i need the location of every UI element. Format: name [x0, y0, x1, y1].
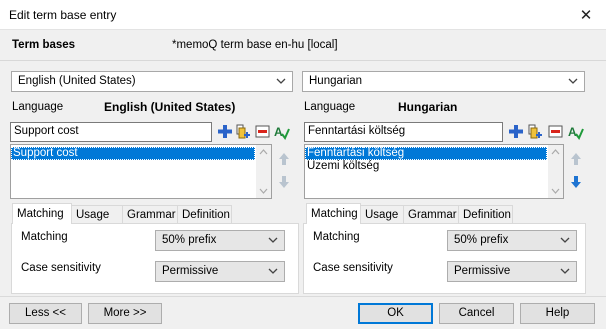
left-language-label: Language: [12, 101, 64, 113]
left-term-input[interactable]: Support cost: [10, 122, 212, 142]
tab-usage[interactable]: Usage: [71, 205, 123, 224]
list-item[interactable]: Support cost: [11, 147, 255, 160]
window-title: Edit term base entry: [9, 8, 117, 22]
right-case-select-value: Permissive: [454, 265, 511, 277]
chevron-down-icon: [276, 78, 286, 84]
right-matching-select-value: 50% prefix: [454, 234, 509, 246]
right-matching-label: Matching: [313, 231, 360, 243]
right-case-label: Case sensitivity: [313, 262, 393, 274]
scroll-up-icon[interactable]: [259, 149, 268, 155]
add-term-icon[interactable]: [216, 123, 233, 140]
title-bar: Edit term base entry ✕: [0, 0, 606, 30]
right-language-name: Hungarian: [398, 100, 458, 114]
scroll-down-icon[interactable]: [259, 188, 268, 194]
left-matching-panel: Matching 50% prefix Case sensitivity Per…: [11, 223, 299, 294]
less-button[interactable]: Less <<: [9, 303, 82, 324]
scroll-down-icon[interactable]: [551, 188, 560, 194]
right-language-label: Language: [304, 101, 356, 113]
left-term-input-value: Support cost: [14, 125, 79, 137]
move-up-icon[interactable]: [570, 152, 582, 166]
move-up-icon[interactable]: [278, 152, 290, 166]
bottom-separator: [0, 296, 606, 297]
move-down-icon[interactable]: [278, 175, 290, 189]
left-matching-label: Matching: [21, 231, 68, 243]
left-case-select[interactable]: Permissive: [155, 261, 285, 282]
spellcheck-icon[interactable]: A: [273, 123, 290, 140]
ok-button[interactable]: OK: [358, 303, 433, 324]
right-matching-panel: Matching 50% prefix Case sensitivity Per…: [303, 223, 586, 294]
right-language-select-value: Hungarian: [309, 75, 363, 87]
scroll-up-icon[interactable]: [551, 149, 560, 155]
tab-grammar[interactable]: Grammar: [122, 205, 178, 224]
right-language-select[interactable]: Hungarian: [302, 71, 585, 92]
termbase-row: Term bases *memoQ term base en-hu [local…: [0, 30, 606, 61]
remove-term-icon[interactable]: [547, 123, 564, 140]
left-matching-select[interactable]: 50% prefix: [155, 230, 285, 251]
move-down-icon[interactable]: [570, 175, 582, 189]
add-synonym-icon[interactable]: [235, 123, 252, 140]
svg-text:A: A: [274, 125, 283, 139]
spellcheck-icon[interactable]: A: [567, 123, 584, 140]
list-item[interactable]: Üzemi költség: [305, 160, 547, 173]
left-list-scrollbar[interactable]: [256, 145, 271, 198]
tab-definition[interactable]: Definition: [177, 205, 232, 224]
right-term-list[interactable]: Fenntartási költség Üzemi költség: [304, 144, 564, 199]
add-term-icon[interactable]: [507, 123, 524, 140]
right-term-input-value: Fenntartási költség: [308, 125, 406, 137]
chevron-down-icon: [268, 268, 278, 274]
left-term-list[interactable]: Support cost: [10, 144, 272, 199]
left-language-name: English (United States): [104, 100, 236, 114]
cancel-button[interactable]: Cancel: [439, 303, 514, 324]
left-tabs: Matching Usage Grammar Definition: [12, 203, 298, 224]
tab-matching[interactable]: Matching: [12, 203, 72, 224]
svg-text:A: A: [568, 125, 577, 139]
termbases-label: Term bases: [12, 39, 76, 51]
chevron-down-icon: [560, 237, 570, 243]
chevron-down-icon: [560, 268, 570, 274]
tab-matching[interactable]: Matching: [306, 203, 361, 224]
help-button[interactable]: Help: [520, 303, 595, 324]
right-tabs: Matching Usage Grammar Definition: [306, 203, 585, 224]
left-case-select-value: Permissive: [162, 265, 219, 277]
right-case-select[interactable]: Permissive: [447, 261, 577, 282]
chevron-down-icon: [268, 237, 278, 243]
right-term-input[interactable]: Fenntartási költség: [304, 122, 503, 142]
right-list-scrollbar[interactable]: [548, 145, 563, 198]
chevron-down-icon: [568, 78, 578, 84]
tab-definition[interactable]: Definition: [458, 205, 513, 224]
add-synonym-icon[interactable]: [527, 123, 544, 140]
left-language-select-value: English (United States): [18, 75, 136, 87]
remove-term-icon[interactable]: [254, 123, 271, 140]
list-item[interactable]: Fenntartási költség: [305, 147, 547, 160]
left-matching-select-value: 50% prefix: [162, 234, 217, 246]
termbases-value: *memoQ term base en-hu [local]: [172, 39, 338, 51]
close-icon[interactable]: ✕: [566, 0, 606, 30]
more-button[interactable]: More >>: [88, 303, 162, 324]
left-language-select[interactable]: English (United States): [11, 71, 293, 92]
tab-grammar[interactable]: Grammar: [403, 205, 459, 224]
right-matching-select[interactable]: 50% prefix: [447, 230, 577, 251]
left-case-label: Case sensitivity: [21, 262, 101, 274]
